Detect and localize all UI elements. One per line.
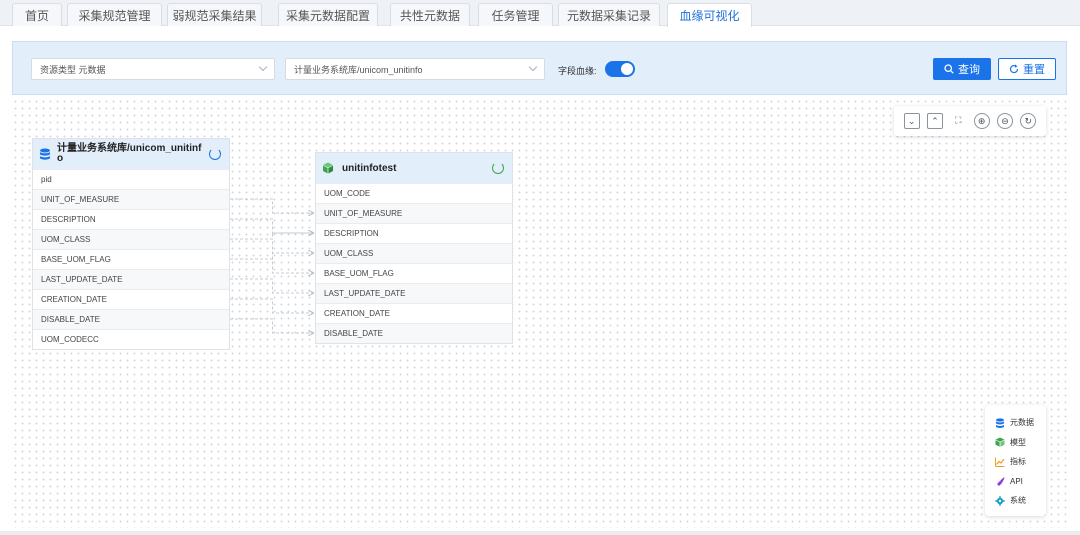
graph-toolbar: ⌄ ⌃ ⛶ ⊕ ⊖ ↻ [894,106,1046,136]
target-field-row[interactable]: DISABLE_DATE [316,323,512,343]
target-field-row[interactable]: CREATION_DATE [316,303,512,323]
tab-lineage-visualization[interactable]: 血缘可视化 [667,3,752,27]
legend-label: 模型 [1010,437,1026,447]
legend-item: API [995,472,1046,492]
legend-label: API [1010,476,1023,486]
source-field-row[interactable]: DESCRIPTION [33,209,229,229]
gear-icon [995,496,1005,506]
source-node-header: 计量业务系统库/unicom_unitinfo [33,139,229,169]
legend-item: 指标 [995,452,1046,472]
expand-icon[interactable]: ⌃ [926,113,943,129]
chevron-down-icon [258,62,268,72]
target-field-row[interactable]: UOM_CLASS [316,243,512,263]
zoom-in-icon[interactable]: ⊕ [973,113,990,129]
source-field-row[interactable]: pid [33,169,229,189]
refresh-icon[interactable] [209,148,221,160]
target-table-node[interactable]: unitinfotest UOM_CODE UNIT_OF_MEASURE DESC… [315,152,513,344]
database-icon [40,148,50,160]
legend-item: 模型 [995,433,1046,453]
toggle-knob [621,63,633,75]
legend-label: 系统 [1010,496,1026,506]
tab-task-management[interactable]: 任务管理 [478,3,553,26]
tab-common-metadata[interactable]: 共性元数据 [390,3,470,26]
target-node-header: unitinfotest [316,153,512,183]
legend-label: 指标 [1010,457,1026,467]
resource-type-value: 资源类型 元数据 [40,64,106,75]
reset-view-icon[interactable]: ↻ [1020,113,1037,129]
source-field-row[interactable]: UOM_CODECC [33,329,229,349]
target-node-title: unitinfotest [342,162,397,174]
database-icon [996,418,1004,428]
reset-label: 重置 [1023,64,1045,76]
source-select[interactable]: 计量业务系统库/unicom_unitinfo [285,58,545,80]
refresh-icon[interactable] [492,162,504,174]
tab-bar: 首页 采集规范管理 弱规范采集结果 采集元数据配置 共性元数据 任务管理 元数据… [0,0,1080,27]
source-field-row[interactable]: DISABLE_DATE [33,309,229,329]
legend: 元数据模型指标 API 系统 [985,405,1046,516]
target-field-row[interactable]: UNIT_OF_MEASURE [316,203,512,223]
source-field-row[interactable]: UNIT_OF_MEASURE [33,189,229,209]
filter-panel: 资源类型 元数据 计量业务系统库/unicom_unitinfo 字段血缘: 查… [12,41,1067,95]
search-icon [944,64,954,74]
refresh-icon [1009,64,1019,74]
source-table-node[interactable]: 计量业务系统库/unicom_unitinfo pid UNIT_OF_MEASU… [32,138,230,350]
source-value: 计量业务系统库/unicom_unitinfo [294,64,423,75]
query-button[interactable]: 查询 [933,58,991,80]
cube-icon [995,437,1005,448]
source-node-title: 计量业务系统库/unicom_unitinfo [57,143,202,164]
tab-metadata-config[interactable]: 采集元数据配置 [278,3,378,26]
reset-button[interactable]: 重置 [998,58,1056,80]
source-field-row[interactable]: LAST_UPDATE_DATE [33,269,229,289]
line-chart-icon [995,457,1005,467]
resource-type-select[interactable]: 资源类型 元数据 [31,58,275,80]
tab-collection-records[interactable]: 元数据采集记录 [558,3,660,26]
tab-weak-spec-results[interactable]: 弱规范采集结果 [167,3,262,26]
chevron-down-icon [528,62,538,72]
plug-icon [997,477,1005,487]
source-field-row[interactable]: CREATION_DATE [33,289,229,309]
source-field-row[interactable]: BASE_UOM_FLAG [33,249,229,269]
cube-icon [323,162,333,174]
legend-item: 系统 [995,491,1046,511]
field-lineage-label: 字段血缘: [558,66,597,76]
zoom-out-icon[interactable]: ⊖ [996,113,1013,129]
fit-screen-icon[interactable]: ⛶ [950,113,966,129]
tab-home[interactable]: 首页 [12,3,62,26]
target-field-row[interactable]: LAST_UPDATE_DATE [316,283,512,303]
target-field-row[interactable]: BASE_UOM_FLAG [316,263,512,283]
legend-item: 元数据 [995,413,1046,433]
bottom-bar [0,531,1080,535]
collapse-icon[interactable]: ⌄ [903,113,920,129]
target-field-row[interactable]: DESCRIPTION [316,223,512,243]
source-field-row[interactable]: UOM_CLASS [33,229,229,249]
query-label: 查询 [958,64,980,76]
legend-label: 元数据 [1010,418,1034,428]
target-field-row[interactable]: UOM_CODE [316,183,512,203]
field-lineage-toggle[interactable] [605,61,635,77]
tab-collection-spec[interactable]: 采集规范管理 [67,3,162,26]
